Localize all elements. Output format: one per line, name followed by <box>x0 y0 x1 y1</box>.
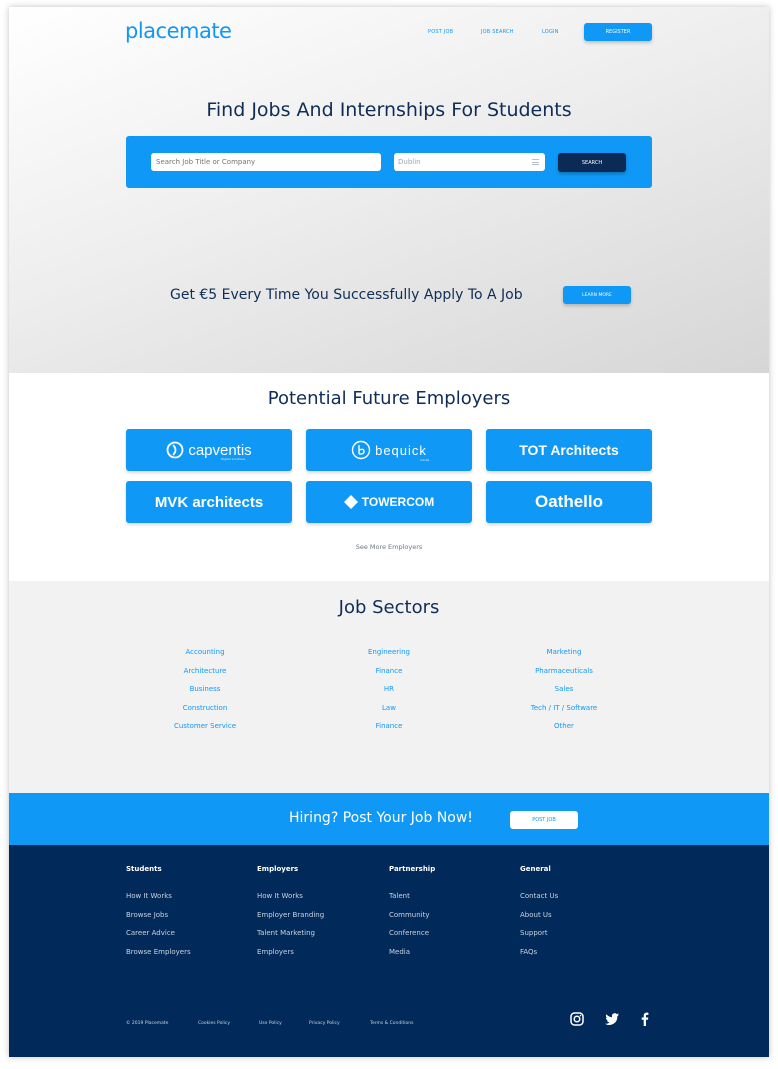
footer-heading: General <box>520 865 551 873</box>
employer-sublabel: Digital solutions <box>221 457 246 461</box>
footer-link[interactable]: FAQs <box>520 948 640 967</box>
location-value: Dublin <box>398 158 421 166</box>
job-sectors-title: Job Sectors <box>338 597 440 618</box>
learn-more-button[interactable]: LEARN MORE <box>563 286 631 304</box>
sector-link[interactable]: Business <box>125 685 285 704</box>
sector-link[interactable]: Tech / IT / Software <box>484 704 644 723</box>
sector-link[interactable]: Other <box>484 722 644 741</box>
sector-link[interactable]: Customer Service <box>125 722 285 741</box>
employer-name: TOT Architects <box>519 442 619 458</box>
search-button[interactable]: SEARCH <box>558 153 626 172</box>
footer-link[interactable]: Conference <box>389 929 509 948</box>
sector-link[interactable]: Construction <box>125 704 285 723</box>
sector-link[interactable]: Sales <box>484 685 644 704</box>
sector-column-2: Engineering Finance HR Law Finance <box>309 648 469 741</box>
footer: Students How It Works Browse Jobs Career… <box>9 845 769 1057</box>
page: placemate POST JOB JOB SEARCH LOGIN REGI… <box>9 7 769 1057</box>
footer-link[interactable]: Employers <box>257 948 377 967</box>
nav-post-job-link[interactable]: POST JOB <box>428 29 453 35</box>
sector-link[interactable]: Engineering <box>309 648 469 667</box>
promo-text: Get €5 Every Time You Successfully Apply… <box>170 287 523 303</box>
employer-tile-mvk-architects[interactable]: MVK architects <box>126 481 292 523</box>
search-panel: Dublin SEARCH <box>126 136 652 188</box>
register-button[interactable]: REGISTER <box>584 23 652 41</box>
see-more-employers-link[interactable]: See More Employers <box>9 543 769 551</box>
sector-link[interactable]: Marketing <box>484 648 644 667</box>
post-job-button[interactable]: POST JOB <box>510 811 578 829</box>
footer-column-employers: Employers How It Works Employer Branding… <box>257 865 377 967</box>
placemate-logo[interactable]: placemate <box>125 19 232 43</box>
post-job-cta-banner: Hiring? Post Your Job Now! POST JOB <box>9 793 769 845</box>
sector-column-1: Accounting Architecture Business Constru… <box>125 648 285 741</box>
towercom-diamond-icon <box>343 495 358 509</box>
sector-link[interactable]: HR <box>309 685 469 704</box>
twitter-icon[interactable] <box>604 1011 620 1027</box>
footer-link[interactable]: Talent <box>389 892 509 911</box>
employer-name: Oathello <box>534 492 603 511</box>
employers-section: Potential Future Employers capventis Dig… <box>9 373 769 581</box>
privacy-policy-link[interactable]: Privacy Policy <box>309 1021 340 1026</box>
location-select[interactable]: Dublin <box>394 153 545 171</box>
footer-link[interactable]: Career Advice <box>126 929 246 948</box>
terms-conditions-link[interactable]: Terms & Conditions <box>370 1021 413 1026</box>
employer-tile-bequick[interactable]: bequick media <box>306 429 472 471</box>
copyright-text: © 2019 Placemate <box>126 1021 169 1026</box>
footer-link[interactable]: How It Works <box>257 892 377 911</box>
footer-heading: Students <box>126 865 162 873</box>
employer-name: bequick <box>375 442 427 458</box>
sector-link[interactable]: Accounting <box>125 648 285 667</box>
sector-link[interactable]: Architecture <box>125 667 285 686</box>
employer-tile-oathello[interactable]: Oathello <box>486 481 652 523</box>
instagram-icon[interactable] <box>569 1011 585 1027</box>
footer-column-students: Students How It Works Browse Jobs Career… <box>126 865 246 967</box>
employers-title: Potential Future Employers <box>267 388 511 409</box>
bequick-logo-icon <box>351 440 371 460</box>
sector-link[interactable]: Pharmaceuticals <box>484 667 644 686</box>
footer-column-partnership: Partnership Talent Community Conference … <box>389 865 509 967</box>
employer-tile-tot-architects[interactable]: TOT Architects <box>486 429 652 471</box>
nav-job-search-link[interactable]: JOB SEARCH <box>481 29 514 35</box>
use-policy-link[interactable]: Use Policy <box>259 1021 282 1026</box>
footer-heading: Partnership <box>389 865 436 873</box>
sector-link[interactable]: Finance <box>309 722 469 741</box>
footer-link[interactable]: Browse Employers <box>126 948 246 967</box>
cta-text: Hiring? Post Your Job Now! <box>289 810 473 826</box>
footer-link[interactable]: Contact Us <box>520 892 640 911</box>
footer-link[interactable]: Browse Jobs <box>126 911 246 930</box>
hero-section: placemate POST JOB JOB SEARCH LOGIN REGI… <box>9 7 769 373</box>
sector-link[interactable]: Finance <box>309 667 469 686</box>
footer-link[interactable]: About Us <box>520 911 640 930</box>
employer-tile-capventis[interactable]: capventis Digital solutions <box>126 429 292 471</box>
footer-column-general: General Contact Us About Us Support FAQs <box>520 865 640 967</box>
sector-link[interactable]: Law <box>309 704 469 723</box>
employer-name: MVK architects <box>154 493 264 511</box>
cookies-policy-link[interactable]: Cookies Policy <box>198 1021 230 1026</box>
capventis-logo-icon <box>166 441 184 459</box>
footer-link[interactable]: Support <box>520 929 640 948</box>
employer-sublabel: media <box>420 458 430 462</box>
nav-login-link[interactable]: LOGIN <box>542 29 559 35</box>
hero-title: Find Jobs And Internships For Students <box>206 99 572 121</box>
job-search-input[interactable] <box>151 153 381 171</box>
sector-column-3: Marketing Pharmaceuticals Sales Tech / I… <box>484 648 644 741</box>
employer-tile-towercom[interactable]: TOWERCOM <box>306 481 472 523</box>
footer-link[interactable]: How It Works <box>126 892 246 911</box>
footer-link[interactable]: Community <box>389 911 509 930</box>
employer-name: TOWERCOM <box>361 495 435 509</box>
employer-name: capventis <box>188 441 252 459</box>
job-sectors-section: Job Sectors Accounting Architecture Busi… <box>9 581 769 793</box>
footer-link[interactable]: Media <box>389 948 509 967</box>
filter-icon <box>532 159 539 165</box>
facebook-icon[interactable] <box>637 1011 653 1027</box>
footer-link[interactable]: Employer Branding <box>257 911 377 930</box>
footer-heading: Employers <box>257 865 299 873</box>
footer-link[interactable]: Talent Marketing <box>257 929 377 948</box>
